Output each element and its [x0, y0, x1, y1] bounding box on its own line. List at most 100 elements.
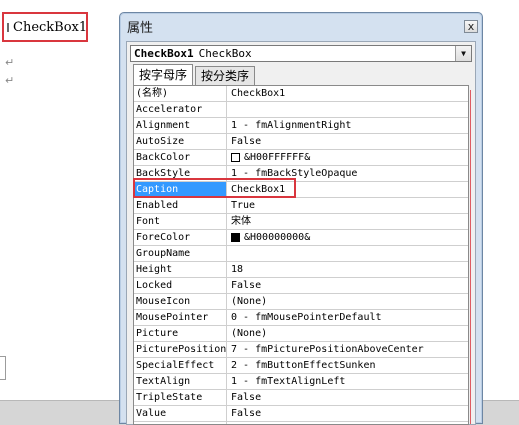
- property-name[interactable]: Enabled: [134, 198, 227, 213]
- property-grid: (名称) CheckBox1 Accelerator Alignment 1 - fmA…: [133, 85, 469, 425]
- property-value[interactable]: CheckBox1: [227, 182, 468, 197]
- property-value[interactable]: (None): [227, 326, 468, 341]
- property-row-value[interactable]: Value False: [134, 406, 468, 422]
- paragraph-mark-icon: ↵: [5, 74, 15, 87]
- property-name[interactable]: MouseIcon: [134, 294, 227, 309]
- property-name[interactable]: TextAlign: [134, 374, 227, 389]
- object-type: CheckBox: [198, 47, 252, 60]
- properties-window: 属性 x CheckBox1 CheckBox ▼ 按字母序 按分类序 (名称)…: [119, 12, 483, 425]
- property-row-autosize[interactable]: AutoSize False: [134, 134, 468, 150]
- property-value[interactable]: False: [227, 406, 468, 421]
- property-value[interactable]: True: [227, 198, 468, 213]
- property-value-text: 2 - fmButtonEffectSunken: [231, 360, 376, 371]
- property-row-enabled[interactable]: Enabled True: [134, 198, 468, 214]
- property-value-text: (None): [231, 328, 268, 339]
- chevron-down-icon[interactable]: ▼: [455, 46, 471, 61]
- property-value[interactable]: 1 - fmBackStyleOpaque: [227, 166, 468, 181]
- property-row-groupname[interactable]: GroupName: [134, 246, 468, 262]
- property-name[interactable]: GroupName: [134, 246, 227, 261]
- property-name[interactable]: Caption: [134, 182, 227, 197]
- property-value[interactable]: [227, 246, 468, 261]
- property-row-caption[interactable]: Caption CheckBox1: [134, 182, 468, 198]
- tab-categorized[interactable]: 按分类序: [195, 66, 256, 85]
- property-name[interactable]: Height: [134, 262, 227, 277]
- property-name[interactable]: SpecialEffect: [134, 358, 227, 373]
- property-value-text: False: [231, 392, 262, 403]
- property-row-backstyle[interactable]: BackStyle 1 - fmBackStyleOpaque: [134, 166, 468, 182]
- properties-tabs: 按字母序 按分类序: [133, 64, 257, 85]
- property-row-backcolor[interactable]: BackColor &H00FFFFFF&: [134, 150, 468, 166]
- document-checkbox[interactable]: CheckBox1: [2, 12, 88, 42]
- property-value-text: 1 - fmBackStyleOpaque: [231, 168, 358, 179]
- property-name[interactable]: BackStyle: [134, 166, 227, 181]
- document-margin-marker: [0, 356, 6, 380]
- property-row-textalign[interactable]: TextAlign 1 - fmTextAlignLeft: [134, 374, 468, 390]
- checkbox-square[interactable]: [7, 22, 9, 32]
- color-swatch-icon: [231, 153, 240, 162]
- window-title: 属性: [127, 20, 154, 36]
- property-value[interactable]: CheckBox1: [227, 86, 468, 101]
- properties-titlebar[interactable]: 属性 x: [120, 13, 482, 39]
- property-value-text: &H00000000&: [244, 232, 311, 243]
- property-value[interactable]: &H00000000&: [227, 230, 468, 245]
- property-name[interactable]: ForeColor: [134, 230, 227, 245]
- property-value[interactable]: 1 - fmAlignmentRight: [227, 118, 468, 133]
- property-value[interactable]: False: [227, 278, 468, 293]
- property-value[interactable]: 2 - fmButtonEffectSunken: [227, 358, 468, 373]
- tab-alphabetic[interactable]: 按字母序: [133, 64, 194, 85]
- property-name[interactable]: Picture: [134, 326, 227, 341]
- properties-panel: CheckBox1 CheckBox ▼ 按字母序 按分类序 (名称) Check…: [126, 41, 476, 425]
- property-name[interactable]: AutoSize: [134, 134, 227, 149]
- annotation-line: [470, 90, 471, 424]
- property-row-accelerator[interactable]: Accelerator: [134, 102, 468, 118]
- property-name[interactable]: Accelerator: [134, 102, 227, 117]
- property-row-font[interactable]: Font 宋体: [134, 214, 468, 230]
- property-name[interactable]: MousePointer: [134, 310, 227, 325]
- property-name[interactable]: Locked: [134, 278, 227, 293]
- property-value-text: 7 - fmPicturePositionAboveCenter: [231, 344, 424, 355]
- property-row-[interactable]: (名称) CheckBox1: [134, 86, 468, 102]
- property-value[interactable]: False: [227, 390, 468, 405]
- property-name[interactable]: Value: [134, 406, 227, 421]
- property-value[interactable]: 1 - fmTextAlignLeft: [227, 374, 468, 389]
- property-row-pictureposition[interactable]: PicturePosition 7 - fmPicturePositionAbov…: [134, 342, 468, 358]
- property-value[interactable]: [227, 102, 468, 117]
- property-name[interactable]: Font: [134, 214, 227, 229]
- property-row-forecolor[interactable]: ForeColor &H00000000&: [134, 230, 468, 246]
- property-name[interactable]: BackColor: [134, 150, 227, 165]
- property-value[interactable]: (None): [227, 294, 468, 309]
- property-row-mousepointer[interactable]: MousePointer 0 - fmMousePointerDefault: [134, 310, 468, 326]
- property-value[interactable]: False: [227, 134, 468, 149]
- color-swatch-icon: [231, 233, 240, 242]
- property-row-height[interactable]: Height 18: [134, 262, 468, 278]
- property-value-text: 1 - fmAlignmentRight: [231, 120, 352, 131]
- paragraph-mark-icon: ↵: [5, 56, 15, 69]
- property-name[interactable]: TripleState: [134, 390, 227, 405]
- property-name[interactable]: (名称): [134, 86, 227, 101]
- property-value[interactable]: 18: [227, 262, 468, 277]
- property-value-text: False: [231, 136, 262, 147]
- property-row-specialeffect[interactable]: SpecialEffect 2 - fmButtonEffectSunken: [134, 358, 468, 374]
- property-value-text: True: [231, 200, 256, 211]
- property-value[interactable]: &H00FFFFFF&: [227, 150, 468, 165]
- property-value[interactable]: 宋体: [227, 214, 468, 229]
- property-value-text: 宋体: [231, 216, 251, 227]
- property-name[interactable]: PicturePosition: [134, 342, 227, 357]
- property-row-triplestate[interactable]: TripleState False: [134, 390, 468, 406]
- property-row-mouseicon[interactable]: MouseIcon (None): [134, 294, 468, 310]
- property-value-text: 18: [231, 264, 244, 275]
- property-value-text: (None): [231, 296, 268, 307]
- property-value-text: False: [231, 280, 262, 291]
- property-name[interactable]: Alignment: [134, 118, 227, 133]
- property-value-text: CheckBox1: [231, 184, 286, 195]
- document-checkbox-label: CheckBox1: [13, 19, 88, 35]
- property-value[interactable]: 7 - fmPicturePositionAboveCenter: [227, 342, 468, 357]
- property-value-text: CheckBox1: [231, 88, 286, 99]
- property-row-picture[interactable]: Picture (None): [134, 326, 468, 342]
- property-value[interactable]: 0 - fmMousePointerDefault: [227, 310, 468, 325]
- property-row-alignment[interactable]: Alignment 1 - fmAlignmentRight: [134, 118, 468, 134]
- property-row-locked[interactable]: Locked False: [134, 278, 468, 294]
- close-icon[interactable]: x: [464, 19, 478, 33]
- property-value-text: &H00FFFFFF&: [244, 152, 311, 163]
- object-selector-dropdown[interactable]: CheckBox1 CheckBox ▼: [130, 45, 472, 62]
